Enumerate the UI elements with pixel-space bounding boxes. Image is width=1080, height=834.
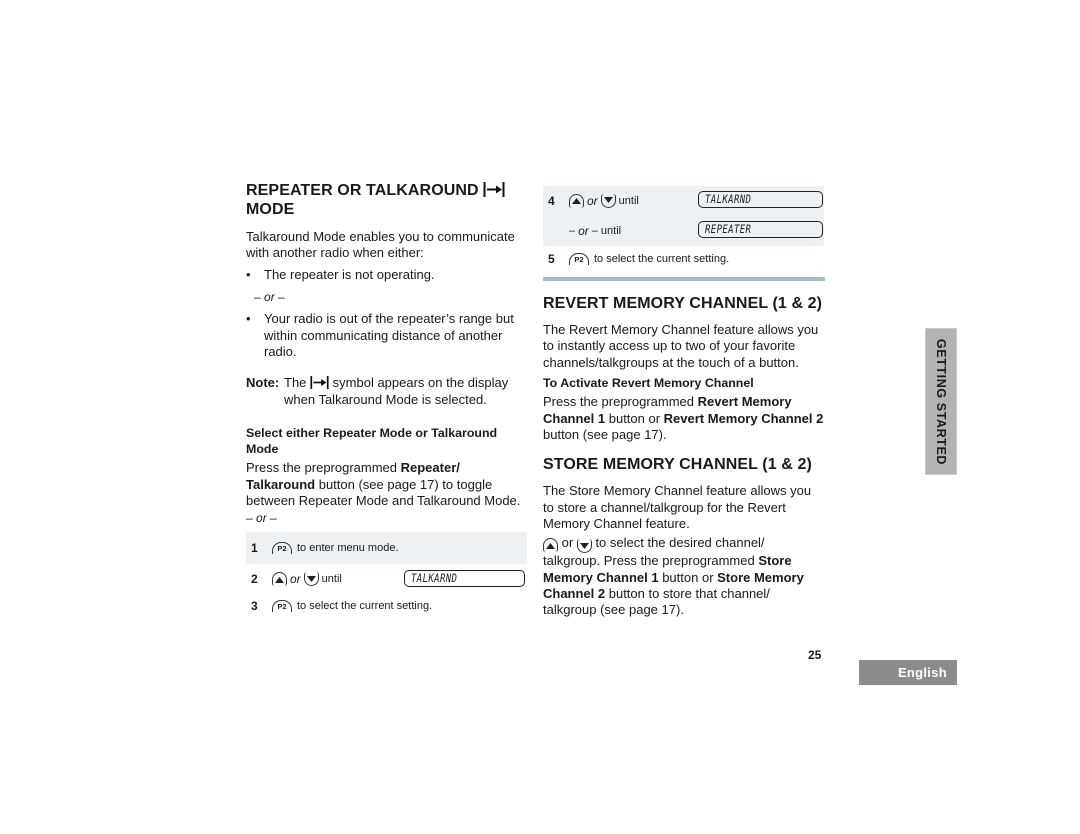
or-separator: – or –	[254, 290, 285, 305]
down-arrow-button-icon	[303, 572, 319, 587]
step-row: 1 P2 to enter menu mode.	[246, 532, 527, 565]
up-arrow-button-icon	[272, 572, 287, 587]
page-number: 25	[808, 648, 822, 662]
step-row: 3 P2 to select the current setting.	[251, 599, 433, 614]
step-row: 5 P2 to select the current setting.	[548, 252, 730, 266]
note-text: The symbol appears on the display when T…	[284, 375, 509, 407]
step-row: 4 or until TALKARND	[543, 186, 824, 215]
store-instructions: or to select the desired channel/ talkgr…	[543, 534, 804, 618]
talkaround-icon	[310, 376, 329, 390]
talkaround-icon	[483, 182, 505, 197]
p2-button-icon: P2	[272, 542, 292, 555]
select-mode-subheading: Select either Repeater Mode or Talkaroun…	[246, 426, 498, 457]
toggle-instructions: Press the preprogrammed Repeater/ Talkar…	[246, 460, 521, 509]
repeater-talkaround-heading: REPEATER OR TALKAROUND MODE	[246, 181, 528, 219]
step-row: 2 or until TALKARND	[246, 564, 527, 594]
revert-intro: The Revert Memory Channel feature allows…	[543, 322, 819, 370]
up-arrow-button-icon	[543, 538, 558, 553]
store-memory-heading: STORE MEMORY CHANNEL (1 & 2)	[543, 456, 812, 474]
note: Note: The symbol appears on the display …	[246, 375, 528, 408]
revert-instructions: Press the preprogrammed Revert Memory Ch…	[543, 394, 824, 443]
up-arrow-button-icon	[569, 193, 584, 208]
section-side-tab: GETTING STARTED	[925, 328, 957, 475]
revert-memory-heading: REVERT MEMORY CHANNEL (1 & 2)	[543, 295, 823, 312]
lcd-display: TALKARND	[404, 570, 525, 588]
lcd-display: TALKARND	[698, 191, 823, 208]
p2-button-icon: P2	[272, 600, 292, 613]
right-column: 4 or until TALKARND – or – until REPEATE…	[543, 181, 825, 619]
step-row: – or – until REPEATER	[543, 215, 824, 246]
language-tab: English	[859, 660, 957, 685]
menu-steps-table: 4 or until TALKARND – or – until REPEATE…	[543, 186, 824, 272]
activate-revert-subheading: To Activate Revert Memory Channel	[543, 376, 754, 391]
left-column: REPEATER OR TALKAROUND MODE Talkaround M…	[246, 181, 528, 618]
bullet-out-of-range: Your radio is out of the repeater’s rang…	[246, 311, 528, 360]
or-separator: – or –	[246, 511, 277, 526]
bullet-repeater-not-operating: The repeater is not operating.	[246, 267, 528, 284]
down-arrow-button-icon	[600, 193, 616, 208]
section-divider	[543, 277, 825, 281]
p2-button-icon: P2	[569, 253, 589, 265]
talkaround-intro: Talkaround Mode enables you to communica…	[246, 229, 515, 261]
menu-steps-table: 1 P2 to enter menu mode. 2 or until TALK…	[246, 532, 527, 618]
down-arrow-button-icon	[576, 539, 592, 554]
lcd-display: REPEATER	[698, 221, 823, 238]
note-label: Note:	[246, 375, 280, 391]
store-intro: The Store Memory Channel feature allows …	[543, 483, 812, 532]
